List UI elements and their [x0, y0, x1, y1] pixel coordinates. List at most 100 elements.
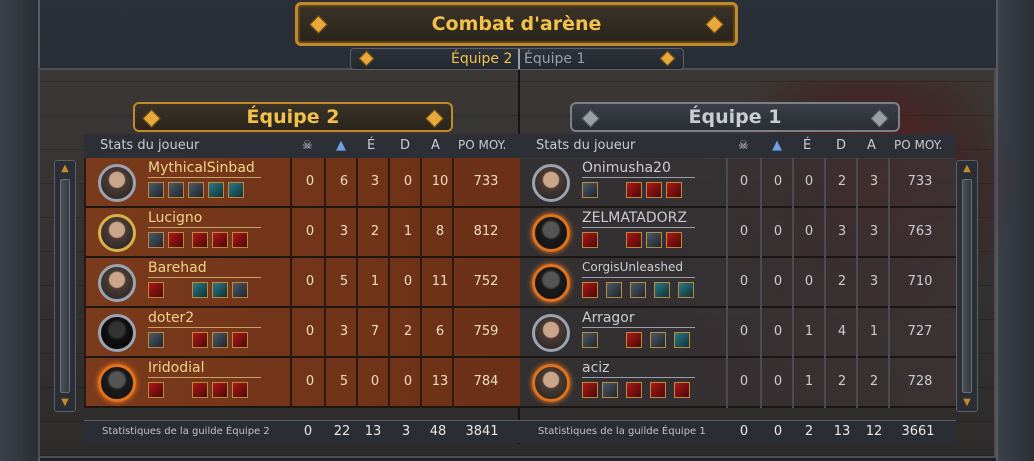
divider: [582, 227, 695, 228]
item-icon[interactable]: [192, 382, 208, 398]
item-icon[interactable]: [626, 182, 642, 198]
item-icon[interactable]: [232, 332, 248, 348]
item-icon[interactable]: [192, 332, 208, 348]
stat-a: 10: [431, 174, 449, 189]
page-title: Combat d'arène: [431, 13, 602, 35]
item-icon[interactable]: [228, 182, 244, 198]
stat-c1: 0: [739, 174, 749, 189]
column-divider: [824, 158, 826, 408]
player-name[interactable]: aciz: [582, 360, 610, 376]
item-icon[interactable]: [666, 182, 682, 198]
item-icon[interactable]: [148, 382, 164, 398]
player-name[interactable]: Onimusha20: [582, 160, 671, 176]
item-icon[interactable]: [602, 382, 618, 398]
table-row[interactable]: Lucigno 0 3 2 1 8 812: [84, 208, 520, 258]
table-row[interactable]: CorgisUnleashed 0 0 0 2 3 710: [520, 258, 956, 308]
col-e: É: [367, 138, 376, 153]
item-icon[interactable]: [582, 182, 598, 198]
item-icon[interactable]: [148, 232, 164, 248]
player-name[interactable]: ZELMATADORZ: [582, 210, 687, 226]
item-icon[interactable]: [606, 282, 622, 298]
scrollbar-left[interactable]: ▲ ▼: [54, 160, 76, 412]
item-icon[interactable]: [678, 282, 694, 298]
avatar: [98, 364, 136, 402]
column-divider: [792, 158, 794, 408]
item-icon[interactable]: [168, 182, 184, 198]
item-icon[interactable]: [148, 332, 164, 348]
table-row[interactable]: Arragor 0 0 1 4 1 727: [520, 308, 956, 358]
item-icon[interactable]: [674, 332, 690, 348]
table-row[interactable]: ZELMATADORZ 0 0 0 3 3 763: [520, 208, 956, 258]
item-icon[interactable]: [192, 232, 208, 248]
stat-a: 6: [435, 324, 445, 339]
table-row[interactable]: Barehad 0 5 1 0 11 752: [84, 258, 520, 308]
item-icon[interactable]: [232, 232, 248, 248]
tab-equipe-1[interactable]: Équipe 1: [524, 51, 585, 67]
stat-c2: 6: [339, 174, 349, 189]
player-name[interactable]: CorgisUnleashed: [582, 260, 683, 274]
scroll-up-icon[interactable]: ▲: [960, 163, 974, 175]
footer-po: 3661: [901, 424, 935, 439]
player-name[interactable]: Barehad: [148, 260, 207, 276]
item-icon[interactable]: [148, 182, 164, 198]
item-icon[interactable]: [666, 232, 682, 248]
divider: [582, 177, 695, 178]
item-icon[interactable]: [626, 232, 642, 248]
scroll-down-icon[interactable]: ▼: [58, 397, 72, 409]
scroll-up-icon[interactable]: ▲: [58, 163, 72, 175]
scroll-thumb[interactable]: [962, 179, 972, 393]
column-divider: [856, 158, 858, 408]
item-icon[interactable]: [650, 382, 666, 398]
item-icon[interactable]: [582, 282, 598, 298]
scroll-down-icon[interactable]: ▼: [960, 397, 974, 409]
avatar: [532, 314, 570, 352]
item-icon[interactable]: [188, 182, 204, 198]
item-icon[interactable]: [654, 282, 670, 298]
item-icon[interactable]: [212, 332, 228, 348]
stat-c2: 5: [339, 374, 349, 389]
stat-e: 0: [804, 224, 814, 239]
item-icon[interactable]: [674, 382, 690, 398]
item-icon[interactable]: [582, 232, 598, 248]
player-name[interactable]: Lucigno: [148, 210, 202, 226]
table-row[interactable]: aciz 0 0 1 2 2 728: [520, 358, 956, 408]
player-name[interactable]: doter2: [148, 310, 194, 326]
stat-po: 710: [907, 274, 933, 289]
table-row[interactable]: Iridodial 0 5 0 0 13 784: [84, 358, 520, 408]
item-icon[interactable]: [582, 332, 598, 348]
item-icon[interactable]: [582, 382, 598, 398]
item-icon[interactable]: [646, 232, 662, 248]
stat-a: 3: [869, 274, 879, 289]
footer-e: 2: [804, 424, 814, 439]
scrollbar-right[interactable]: ▲ ▼: [956, 160, 978, 412]
scroll-thumb[interactable]: [60, 179, 70, 393]
item-icon[interactable]: [626, 332, 642, 348]
table-row[interactable]: Onimusha20 0 0 0 2 3 733: [520, 158, 956, 208]
item-icon[interactable]: [168, 232, 184, 248]
diamond-icon: [309, 15, 328, 34]
table-row[interactable]: doter2 0 3 7 2 6 759: [84, 308, 520, 358]
item-icon[interactable]: [208, 182, 224, 198]
item-icon[interactable]: [626, 382, 642, 398]
column-divider: [726, 158, 728, 408]
item-icon[interactable]: [212, 282, 228, 298]
stat-e: 0: [370, 374, 380, 389]
table-row[interactable]: MythicalSinbad 0 6 3 0 10 733: [84, 158, 520, 208]
diamond-icon: [659, 50, 676, 67]
item-icon[interactable]: [148, 282, 164, 298]
item-icon[interactable]: [646, 182, 662, 198]
item-icon[interactable]: [192, 282, 208, 298]
player-name[interactable]: Arragor: [582, 310, 635, 326]
footer-a: 12: [865, 424, 883, 439]
item-icon[interactable]: [212, 232, 228, 248]
avatar: [532, 264, 570, 302]
item-icon[interactable]: [630, 282, 646, 298]
player-name[interactable]: MythicalSinbad: [148, 160, 255, 176]
item-icon[interactable]: [212, 382, 228, 398]
divider: [582, 377, 695, 378]
tab-equipe-2[interactable]: Équipe 2: [451, 51, 512, 67]
player-name[interactable]: Iridodial: [148, 360, 204, 376]
item-icon[interactable]: [650, 332, 666, 348]
item-icon[interactable]: [232, 382, 248, 398]
item-icon[interactable]: [232, 282, 248, 298]
